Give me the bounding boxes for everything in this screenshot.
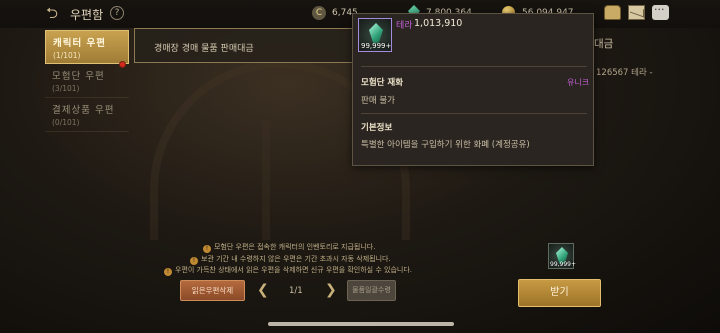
- background-beam: [262, 120, 270, 240]
- treasure-chest-icon[interactable]: [604, 5, 621, 20]
- chat-icon[interactable]: [652, 3, 669, 20]
- warning-icon: !: [190, 257, 198, 265]
- next-page-arrow-icon[interactable]: ❯: [325, 282, 337, 298]
- mail-title: 경매장 경매 물품 판매대금: [154, 44, 254, 54]
- page-title: 우편함: [70, 8, 104, 22]
- tooltip-section-value: 판매 불가: [361, 96, 395, 106]
- tab-label: 캐릭터 우편: [53, 38, 107, 49]
- mail-icon[interactable]: [628, 5, 645, 20]
- home-indicator[interactable]: [268, 322, 454, 326]
- new-mail-badge: [119, 61, 126, 68]
- silver-coin-icon: C: [312, 6, 326, 20]
- tooltip-section-label: 모험단 재화: [361, 78, 404, 88]
- warning-icon: !: [164, 268, 172, 276]
- tooltip-item-name: 테라: [396, 21, 413, 31]
- receive-button[interactable]: 받기: [518, 279, 601, 307]
- page-indicator: 1/1: [289, 286, 303, 296]
- tab-label: 모험단 우편: [52, 71, 105, 82]
- divider: [361, 113, 587, 114]
- tooltip-section-label: 기본정보: [361, 123, 393, 133]
- mail-detail-title: 대금: [594, 38, 614, 50]
- tab-count: (3/101): [52, 84, 80, 93]
- back-arrow-icon[interactable]: ⮌: [46, 5, 64, 21]
- notice-line: ! 모험단 우편은 접속한 캐릭터의 인벤토리로 지급됩니다.: [203, 242, 375, 253]
- notice-line: ! 우편이 가득찬 상태에서 읽은 우편을 삭제하면 신규 우편을 확인하실 수 …: [164, 265, 412, 276]
- tab-adventure-mail[interactable]: 모험단 우편 (3/101): [45, 64, 129, 98]
- tab-label: 결제상품 우편: [52, 105, 115, 116]
- tooltip-section-value: 특별한 아이템을 구입하기 위한 화폐 (계정공유): [361, 140, 530, 150]
- item-tooltip: 99,999+ 테라 1,013,910 모험단 재화 유니크 판매 불가 기본…: [352, 13, 594, 166]
- tab-count: (0/101): [52, 118, 80, 127]
- delete-read-mail-button[interactable]: 읽은우편삭제: [180, 280, 245, 301]
- prev-page-arrow-icon[interactable]: ❮: [257, 282, 269, 298]
- attachment-quantity: 99,999+: [550, 261, 577, 268]
- claim-all-items-button[interactable]: 물품일괄수령: [347, 280, 396, 301]
- tab-count: (1/101): [53, 51, 81, 60]
- mail-detail-description: 126567 테라 -: [596, 68, 653, 78]
- help-icon[interactable]: ?: [110, 6, 124, 20]
- tooltip-quantity: 99,999+: [361, 42, 392, 50]
- tab-payment-mail[interactable]: 결제상품 우편 (0/101): [45, 98, 129, 132]
- tera-crystal-icon: [369, 23, 383, 43]
- tab-character-mail[interactable]: 캐릭터 우편 (1/101): [45, 30, 129, 64]
- notice-line: ! 보관 기간 내 수령하지 않은 우편은 기간 초과시 자동 삭제됩니다.: [190, 254, 391, 265]
- tooltip-item-slot: 99,999+: [358, 18, 392, 52]
- tooltip-item-amount: 1,013,910: [414, 18, 463, 29]
- divider: [361, 66, 587, 67]
- tooltip-rarity: 유니크: [567, 78, 590, 87]
- attachment-slot[interactable]: 99,999+: [548, 243, 577, 269]
- warning-icon: !: [203, 245, 211, 253]
